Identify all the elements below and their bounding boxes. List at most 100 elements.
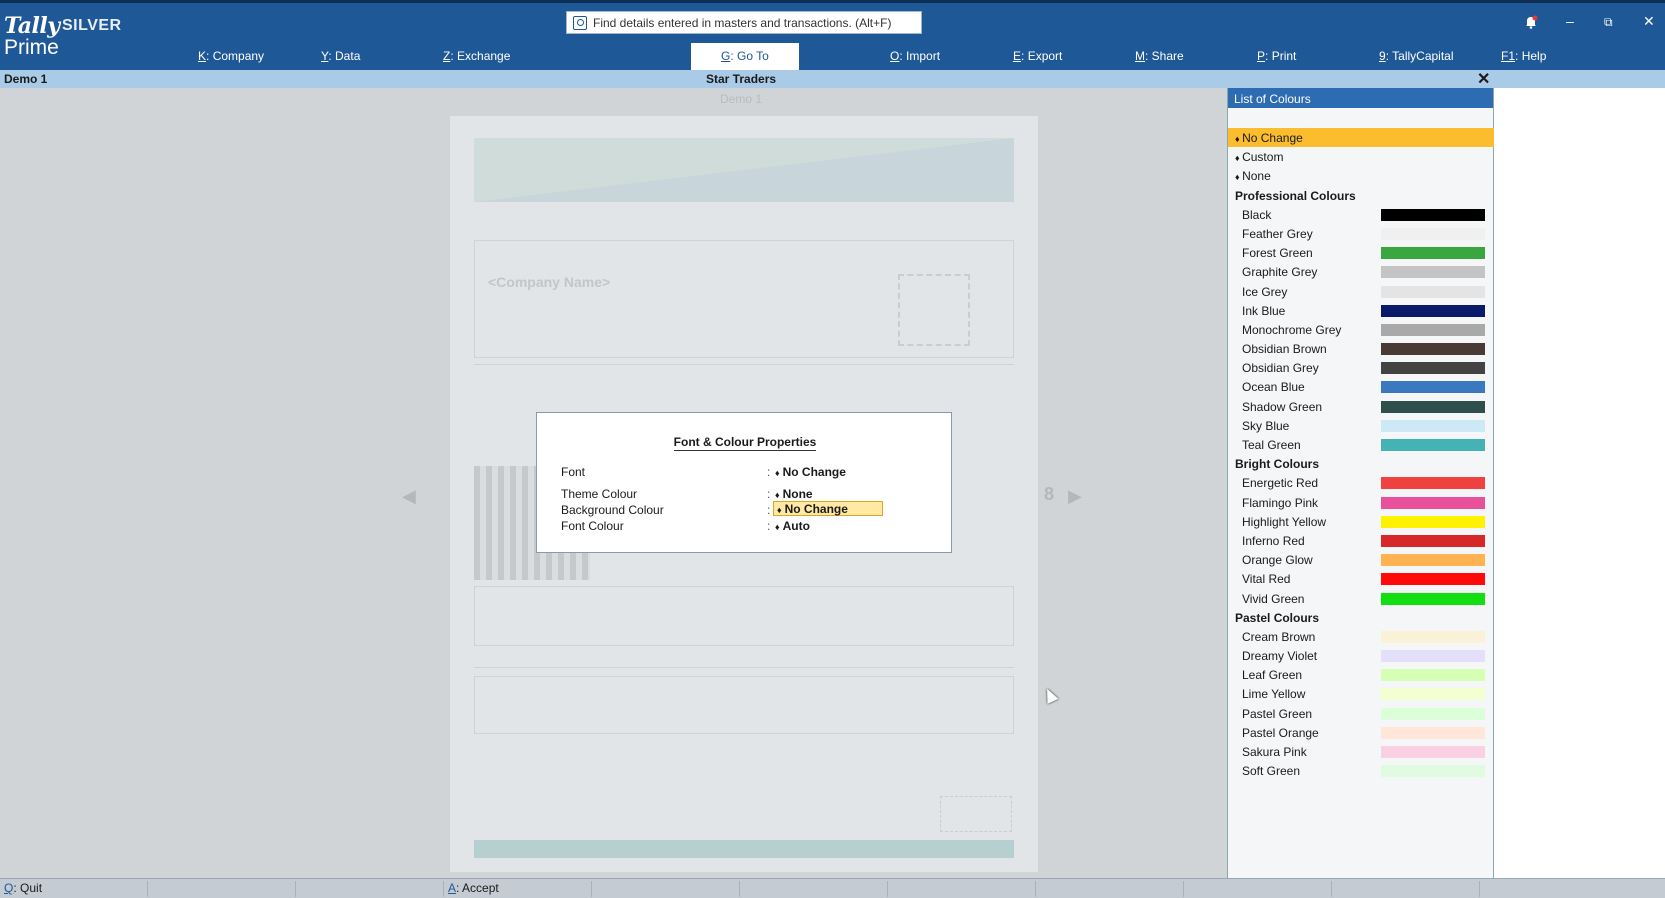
colour-option-inferno-red[interactable]: Inferno Red xyxy=(1228,531,1494,550)
colour-option-vivid-green-label: Vivid Green xyxy=(1242,591,1305,606)
colour-option-cream-brown[interactable]: Cream Brown xyxy=(1228,627,1494,646)
colour-option-obsidian-brown[interactable]: Obsidian Brown xyxy=(1228,339,1494,358)
colour-option-pastel-green[interactable]: Pastel Green xyxy=(1228,704,1494,723)
colour-option-highlight-yellow-label: Highlight Yellow xyxy=(1242,514,1327,529)
colour-option-none-text: None xyxy=(1242,169,1271,184)
colour-option-vivid-green-swatch xyxy=(1381,592,1485,605)
colour-option-leaf-green[interactable]: Leaf Green xyxy=(1228,665,1494,684)
colour-option-orange-glow-swatch xyxy=(1381,554,1485,567)
button-slot-8 xyxy=(1036,881,1184,897)
colour-option-dreamy-violet[interactable]: Dreamy Violet xyxy=(1228,646,1494,665)
font-label: Font xyxy=(561,465,586,479)
colour-option-sakura-pink[interactable]: Sakura Pink xyxy=(1228,742,1494,761)
search-input[interactable]: Find details entered in masters and tran… xyxy=(566,11,922,34)
colour-option-feather-grey[interactable]: Feather Grey xyxy=(1228,224,1494,243)
colour-option-custom-text: Custom xyxy=(1242,150,1284,165)
close-icon[interactable]: ✕ xyxy=(1477,69,1490,89)
colour-option-no-change[interactable]: ♦ No Change xyxy=(1228,128,1494,148)
colour-option-ocean-blue-label: Ocean Blue xyxy=(1242,380,1305,395)
colour-option-graphite-grey-label: Graphite Grey xyxy=(1242,265,1318,280)
colour-option-ink-blue[interactable]: Ink Blue xyxy=(1228,301,1494,320)
colour-option-shadow-green-swatch xyxy=(1381,400,1485,413)
font-value[interactable]: ♦ No Change xyxy=(775,465,846,479)
colour-option-pastel-green-swatch xyxy=(1381,707,1485,720)
font-colour-value[interactable]: ♦ Auto xyxy=(775,519,810,533)
menu-tallycapital[interactable]: 9: TallyCapital xyxy=(1379,49,1454,63)
search-icon xyxy=(573,15,587,30)
colour-option-soft-green[interactable]: Soft Green xyxy=(1228,761,1494,780)
colour-option-pastel-orange[interactable]: Pastel Orange xyxy=(1228,723,1494,742)
colour-option-vital-red-swatch xyxy=(1381,573,1485,586)
colour-option-inferno-red-label: Inferno Red xyxy=(1242,533,1305,548)
notification-bell-icon[interactable] xyxy=(1524,15,1538,29)
colour-option-sky-blue-label: Sky Blue xyxy=(1242,418,1290,433)
top-bar: Tally Prime SILVER Find details entered … xyxy=(0,0,1665,71)
theme-colour-value[interactable]: ♦ None xyxy=(775,487,813,501)
colour-option-teal-green[interactable]: Teal Green xyxy=(1228,435,1494,454)
colour-option-pastel-orange-swatch xyxy=(1381,726,1485,739)
font-colour-colon: : xyxy=(767,519,771,533)
colour-option-shadow-green-label: Shadow Green xyxy=(1242,399,1323,414)
colour-option-vital-red[interactable]: Vital Red xyxy=(1228,569,1494,588)
colour-option-none[interactable]: ♦ None xyxy=(1228,166,1494,185)
colour-option-flamingo-pink[interactable]: Flamingo Pink xyxy=(1228,493,1494,512)
colour-option-energetic-red[interactable]: Energetic Red xyxy=(1228,473,1494,492)
menu-help[interactable]: F1: Help xyxy=(1501,49,1546,63)
colour-option-orange-glow[interactable]: Orange Glow xyxy=(1228,550,1494,569)
colour-option-ocean-blue[interactable]: Ocean Blue xyxy=(1228,377,1494,396)
menu-import[interactable]: O: Import xyxy=(890,49,940,63)
colour-option-soft-green-swatch xyxy=(1381,765,1485,778)
colour-option-forest-green-label: Forest Green xyxy=(1242,246,1313,261)
menu-exchange[interactable]: Z: Exchange xyxy=(443,49,510,63)
party-details-block xyxy=(474,364,1014,414)
company-name: Demo 1 xyxy=(4,72,48,86)
theme-colour-label: Theme Colour xyxy=(561,487,638,501)
menu-company[interactable]: K: Company xyxy=(198,49,264,63)
colour-option-lime-yellow[interactable]: Lime Yellow xyxy=(1228,684,1494,703)
font-colon: : xyxy=(767,465,771,479)
screen-title: Star Traders xyxy=(706,72,777,86)
previous-page-arrow-icon[interactable]: ◀ xyxy=(402,486,416,507)
document-title: Demo 1 xyxy=(720,92,763,106)
menu-goto[interactable]: G: Go To xyxy=(691,43,799,71)
colour-option-obsidian-grey-label: Obsidian Grey xyxy=(1242,361,1319,376)
colour-option-cream-brown-label: Cream Brown xyxy=(1242,629,1316,644)
colour-option-dreamy-violet-label: Dreamy Violet xyxy=(1242,649,1318,664)
font-colour-properties-dialog: Font & Colour Properties Font : ♦ No Chan… xyxy=(536,412,952,553)
signature-placeholder xyxy=(940,796,1012,832)
colour-option-monochrome-grey[interactable]: Monochrome Grey xyxy=(1228,320,1494,339)
menu-share[interactable]: M: Share xyxy=(1135,49,1184,63)
accept-button[interactable]: A: Accept xyxy=(444,881,592,897)
colour-option-black[interactable]: Black xyxy=(1228,205,1494,224)
colour-option-custom[interactable]: ♦ Custom xyxy=(1228,147,1494,166)
colour-option-ocean-blue-swatch xyxy=(1381,381,1485,394)
colour-option-shadow-green[interactable]: Shadow Green xyxy=(1228,397,1494,416)
colour-option-highlight-yellow-swatch xyxy=(1381,515,1485,528)
menu-export[interactable]: E: Export xyxy=(1013,49,1062,63)
colour-option-none-label: ♦ None xyxy=(1235,169,1271,183)
restore-icon[interactable]: ⧉ xyxy=(1604,15,1613,30)
button-slot-10 xyxy=(1332,881,1480,897)
colour-option-graphite-grey-swatch xyxy=(1381,266,1485,279)
colour-option-graphite-grey[interactable]: Graphite Grey xyxy=(1228,262,1494,281)
list-of-colours-panel: List of Colours ♦ No Change ♦ Custom ♦ Non… xyxy=(1227,88,1494,878)
next-page-arrow-icon[interactable]: ▶ xyxy=(1068,486,1082,507)
background-colour-value[interactable]: ♦ No Change xyxy=(773,501,883,516)
colour-option-obsidian-grey[interactable]: Obsidian Grey xyxy=(1228,358,1494,377)
colour-option-forest-green[interactable]: Forest Green xyxy=(1228,243,1494,262)
colour-option-highlight-yellow[interactable]: Highlight Yellow xyxy=(1228,512,1494,531)
menu-data[interactable]: Y: Data xyxy=(321,49,360,63)
colour-option-feather-grey-label: Feather Grey xyxy=(1242,226,1313,241)
theme-colour-colon: : xyxy=(767,487,771,501)
colour-option-sky-blue[interactable]: Sky Blue xyxy=(1228,416,1494,435)
colour-group-pastel-colours: Pastel Colours xyxy=(1228,608,1494,627)
minimize-icon[interactable]: – xyxy=(1566,13,1574,29)
quit-button[interactable]: Q: Quit xyxy=(0,881,148,897)
colour-option-ink-blue-swatch xyxy=(1381,304,1485,317)
colour-option-no-change-text: No Change xyxy=(1242,131,1303,145)
menu-print[interactable]: P: Print xyxy=(1257,49,1296,63)
colour-option-vivid-green[interactable]: Vivid Green xyxy=(1228,589,1494,608)
colour-group-pastel-colours-label: Pastel Colours xyxy=(1235,610,1320,625)
colour-option-ice-grey[interactable]: Ice Grey xyxy=(1228,282,1494,301)
window-close-icon[interactable]: ✕ xyxy=(1643,13,1655,30)
